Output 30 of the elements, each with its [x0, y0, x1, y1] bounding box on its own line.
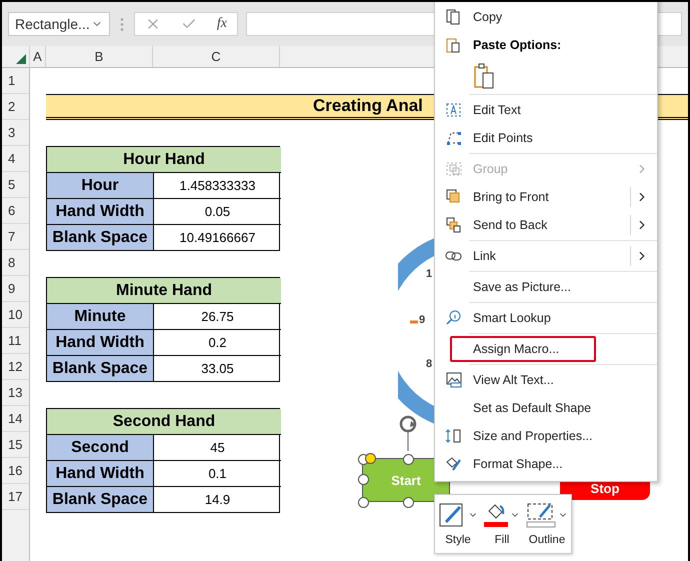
name-box-value: Rectangle...	[15, 16, 90, 32]
table-cell: 0.05	[154, 199, 281, 225]
table-header: Hour Hand	[47, 147, 281, 173]
table-cell: 26.75	[154, 304, 281, 330]
clock-digit: 1	[426, 268, 432, 280]
clock-digit: 8	[426, 358, 432, 370]
table-cell: 45	[154, 435, 281, 461]
sheet-title: Creating Anal	[313, 96, 423, 116]
table-cell-text: 33.05	[200, 360, 235, 378]
toolbar-label: Fill	[494, 534, 510, 546]
table-cell: 1.458333333	[154, 173, 281, 199]
table-label-cell: Hand Width	[47, 330, 154, 356]
clock-digit: 9	[419, 314, 426, 326]
table-header: Minute Hand	[47, 278, 281, 304]
table-header: Second Hand	[47, 409, 281, 435]
table-label-cell: Second	[47, 435, 154, 461]
table-cell-text: 10.49166667	[178, 229, 256, 247]
table-label-cell: Blank Space	[47, 487, 154, 512]
toolbar-label: Style	[445, 534, 471, 546]
table-label-cell: Blank Space	[47, 356, 154, 381]
toolbar-label: Outline	[528, 534, 566, 546]
table-label-cell: Hour	[47, 173, 154, 199]
table-label-cell: Hand Width	[47, 199, 154, 225]
table-cell: 0.1	[154, 461, 281, 487]
table-label-cell: Minute	[47, 304, 154, 330]
table-label-cell: Blank Space	[47, 225, 154, 250]
table-cell: 0.2	[154, 330, 281, 356]
menu-section-header: Paste Options:	[435, 31, 657, 59]
table-cell-text: 14.9	[204, 491, 232, 509]
table-label-cell: Hand Width	[47, 461, 154, 487]
